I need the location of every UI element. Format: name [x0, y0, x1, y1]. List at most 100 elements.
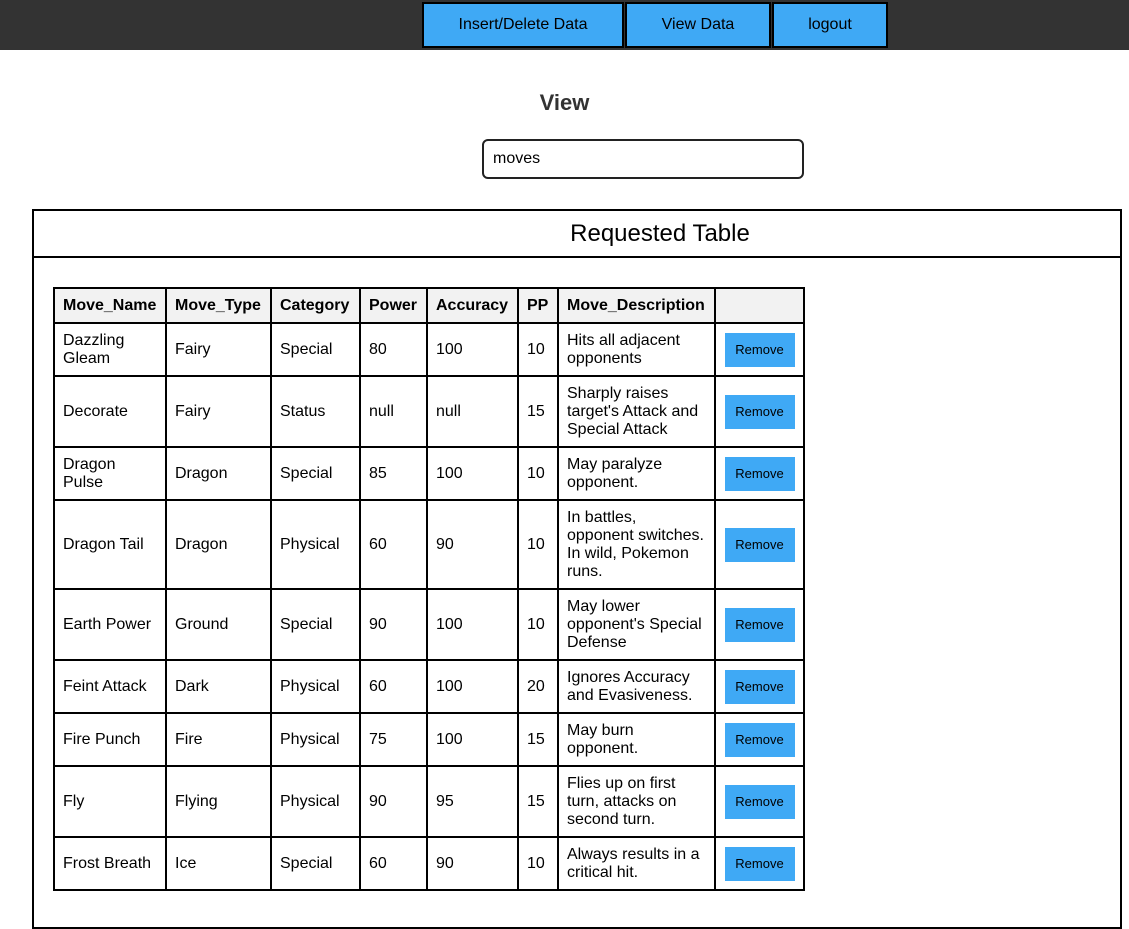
description-cell: May lower opponent's Special Defense — [557, 588, 716, 661]
category-cell: Special — [270, 588, 361, 661]
move-type-cell: Fairy — [165, 375, 272, 448]
power-cell: 75 — [359, 712, 428, 767]
category-cell: Physical — [270, 499, 361, 590]
accuracy-cell: 100 — [426, 322, 519, 377]
description-cell: Flies up on first turn, attacks on secon… — [557, 765, 716, 838]
remove-button[interactable]: Remove — [724, 784, 795, 819]
remove-button[interactable]: Remove — [724, 332, 795, 367]
category-cell: Physical — [270, 765, 361, 838]
pp-cell: 15 — [517, 765, 559, 838]
accuracy-cell: 90 — [426, 499, 519, 590]
requested-table-panel: Requested Table Move_Name Move_Type Catego… — [32, 209, 1122, 929]
power-cell: 90 — [359, 588, 428, 661]
category-cell: Physical — [270, 712, 361, 767]
remove-button[interactable]: Remove — [724, 607, 795, 642]
action-cell: Remove — [714, 659, 805, 714]
description-cell: Ignores Accuracy and Evasiveness. — [557, 659, 716, 714]
move-type-cell: Dragon — [165, 499, 272, 590]
remove-button[interactable]: Remove — [724, 456, 795, 491]
column-header: Power — [359, 287, 428, 324]
column-header: Move_Name — [53, 287, 167, 324]
move-name-cell: Frost Breath — [53, 836, 167, 891]
description-cell: Hits all adjacent opponents — [557, 322, 716, 377]
power-cell: 80 — [359, 322, 428, 377]
table-header-row: Move_Name Move_Type Category Power Accuracy P… — [53, 287, 805, 324]
power-cell: 60 — [359, 499, 428, 590]
action-cell: Remove — [714, 765, 805, 838]
remove-button[interactable]: Remove — [724, 527, 795, 562]
power-cell: 90 — [359, 765, 428, 838]
remove-button[interactable]: Remove — [724, 722, 795, 757]
action-cell: Remove — [714, 588, 805, 661]
accuracy-cell: 100 — [426, 712, 519, 767]
pp-cell: 10 — [517, 446, 559, 501]
move-type-cell: Flying — [165, 765, 272, 838]
move-name-cell: Fly — [53, 765, 167, 838]
table-body: Dazzling Gleam Fairy Special 80 100 10 Hits al… — [53, 322, 805, 891]
pp-cell: 15 — [517, 375, 559, 448]
move-name-cell: Fire Punch — [53, 712, 167, 767]
description-cell: In battles, opponent switches. In wild, … — [557, 499, 716, 590]
page-title: View — [539, 90, 590, 115]
top-nav-bar: Insert/Delete Data View Data logout — [0, 0, 1129, 50]
column-header: Move_Type — [165, 287, 272, 324]
accuracy-cell: 90 — [426, 836, 519, 891]
move-type-cell: Fairy — [165, 322, 272, 377]
description-cell: Always results in a critical hit. — [557, 836, 716, 891]
power-cell: 60 — [359, 836, 428, 891]
move-name-cell: Dragon Pulse — [53, 446, 167, 501]
table-row: Earth Power Ground Special 90 100 10 May lower… — [53, 588, 805, 661]
move-type-cell: Fire — [165, 712, 272, 767]
accuracy-cell: 95 — [426, 765, 519, 838]
move-type-cell: Ground — [165, 588, 272, 661]
column-header: Category — [270, 287, 361, 324]
table-row: Dragon Pulse Dragon Special 85 100 10 May para… — [53, 446, 805, 501]
action-cell: Remove — [714, 499, 805, 590]
action-cell: Remove — [714, 712, 805, 767]
move-type-cell: Dragon — [165, 446, 272, 501]
action-cell: Remove — [714, 322, 805, 377]
pp-cell: 10 — [517, 588, 559, 661]
column-header: Accuracy — [426, 287, 519, 324]
table-row: Dragon Tail Dragon Physical 60 90 10 In battle… — [53, 499, 805, 590]
column-header — [714, 287, 805, 324]
category-cell: Status — [270, 375, 361, 448]
category-cell: Physical — [270, 659, 361, 714]
table-row: Dazzling Gleam Fairy Special 80 100 10 Hits al… — [53, 322, 805, 377]
accuracy-cell: 100 — [426, 446, 519, 501]
move-name-cell: Dragon Tail — [53, 499, 167, 590]
remove-button[interactable]: Remove — [724, 394, 795, 429]
pp-cell: 10 — [517, 322, 559, 377]
move-name-cell: Feint Attack — [53, 659, 167, 714]
move-name-cell: Decorate — [53, 375, 167, 448]
move-name-cell: Earth Power — [53, 588, 167, 661]
power-cell: null — [359, 375, 428, 448]
pp-cell: 10 — [517, 836, 559, 891]
table-row: Fire Punch Fire Physical 75 100 15 May burn op… — [53, 712, 805, 767]
description-cell: May paralyze opponent. — [557, 446, 716, 501]
category-cell: Special — [270, 322, 361, 377]
move-name-cell: Dazzling Gleam — [53, 322, 167, 377]
view-data-button[interactable]: View Data — [625, 2, 771, 48]
move-type-cell: Ice — [165, 836, 272, 891]
table-name-input[interactable] — [482, 139, 804, 179]
panel-title: Requested Table — [34, 211, 1120, 258]
pp-cell: 10 — [517, 499, 559, 590]
accuracy-cell: 100 — [426, 659, 519, 714]
power-cell: 85 — [359, 446, 428, 501]
category-cell: Special — [270, 836, 361, 891]
accuracy-cell: null — [426, 375, 519, 448]
table-row: Decorate Fairy Status null null 15 Sharply rai… — [53, 375, 805, 448]
remove-button[interactable]: Remove — [724, 669, 795, 704]
action-cell: Remove — [714, 836, 805, 891]
moves-table: Move_Name Move_Type Category Power Accuracy P… — [53, 287, 805, 891]
column-header: Move_Description — [557, 287, 716, 324]
pp-cell: 20 — [517, 659, 559, 714]
move-type-cell: Dark — [165, 659, 272, 714]
logout-button[interactable]: logout — [772, 2, 888, 48]
power-cell: 60 — [359, 659, 428, 714]
action-cell: Remove — [714, 446, 805, 501]
column-header: PP — [517, 287, 559, 324]
insert-delete-data-button[interactable]: Insert/Delete Data — [422, 2, 624, 48]
remove-button[interactable]: Remove — [724, 846, 795, 881]
